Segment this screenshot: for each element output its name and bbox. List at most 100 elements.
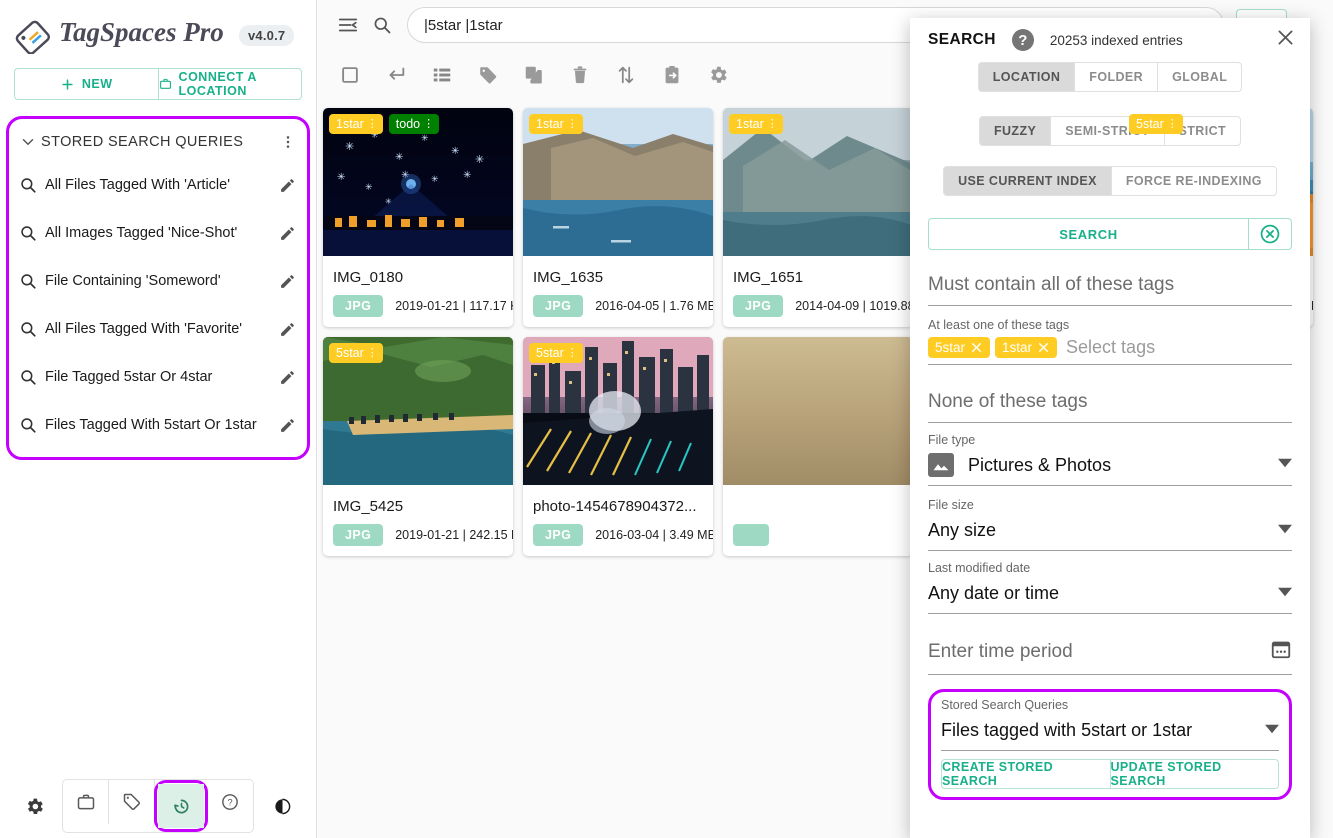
chevron-down-icon[interactable] bbox=[1278, 583, 1292, 604]
settings-gear-icon[interactable] bbox=[707, 64, 729, 86]
selected-tag-1star[interactable]: 1star bbox=[995, 337, 1057, 358]
file-card[interactable]: 5star ⋮ IMG_5425 JPG 2019-01-21 | 242.15… bbox=[323, 337, 513, 556]
edit-icon[interactable] bbox=[275, 177, 299, 194]
sort-icon[interactable] bbox=[615, 64, 637, 86]
scope-location-button[interactable]: LOCATION bbox=[978, 62, 1075, 92]
file-card[interactable]: ✳✳ ✳✳ ✳✳ ✳✳ ✳✳ ✳✳ bbox=[323, 108, 513, 327]
tag-menu-icon[interactable]: ⋮ bbox=[567, 348, 578, 359]
more-vert-icon[interactable] bbox=[277, 134, 299, 150]
file-size-value: Any size bbox=[928, 520, 996, 541]
edit-icon[interactable] bbox=[275, 225, 299, 242]
use-current-index-button[interactable]: USE CURRENT INDEX bbox=[943, 166, 1111, 196]
stored-query-item[interactable]: All Images Tagged 'Nice-Shot' bbox=[9, 209, 307, 257]
none-of-tags-field[interactable]: None of these tags bbox=[928, 383, 1292, 423]
tag-menu-icon[interactable]: ⋮ bbox=[1167, 119, 1178, 130]
force-reindexing-button[interactable]: FORCE RE-INDEXING bbox=[1111, 166, 1277, 196]
tag-menu-icon[interactable]: ⋮ bbox=[367, 119, 378, 130]
menu-collapse-icon[interactable] bbox=[331, 8, 365, 42]
tag-chip[interactable]: 5star ⋮ bbox=[529, 343, 583, 363]
stored-query-item[interactable]: All Files Tagged With 'Article' bbox=[9, 161, 307, 209]
brand-row: TagSpaces Pro v4.0.7 bbox=[0, 0, 316, 56]
chevron-down-icon[interactable] bbox=[1278, 456, 1292, 475]
create-stored-search-button[interactable]: CREATE STORED SEARCH bbox=[941, 759, 1110, 789]
file-type-value-row[interactable]: Pictures & Photos bbox=[928, 447, 1292, 485]
help-tab[interactable]: ? bbox=[207, 780, 253, 824]
locations-tab[interactable] bbox=[63, 780, 109, 824]
new-button[interactable]: NEW bbox=[14, 68, 158, 100]
tag-chip[interactable]: 5star ⋮ bbox=[329, 343, 383, 363]
update-stored-search-button[interactable]: UPDATE STORED SEARCH bbox=[1110, 759, 1280, 789]
file-type-field[interactable]: File type Pictures & Photos bbox=[928, 433, 1292, 486]
file-card[interactable] bbox=[723, 337, 913, 556]
selected-tag-label: 1star bbox=[1002, 340, 1032, 355]
stored-query-item[interactable]: Files Tagged With 5start Or 1star bbox=[9, 401, 307, 449]
tag-chip-label: 5star bbox=[536, 346, 564, 360]
file-size-value-row[interactable]: Any size bbox=[928, 512, 1292, 550]
time-period-placeholder: Enter time period bbox=[928, 641, 1073, 663]
scope-global-button[interactable]: GLOBAL bbox=[1157, 62, 1242, 92]
file-card[interactable]: 5star ⋮ photo-1454678904372... JPG 2016-… bbox=[523, 337, 713, 556]
stored-query-item[interactable]: File Tagged 5star Or 4star bbox=[9, 353, 307, 401]
svg-text:✳: ✳ bbox=[421, 133, 429, 143]
theme-toggle-icon[interactable] bbox=[262, 797, 302, 816]
time-period-row[interactable]: Enter time period bbox=[928, 630, 1292, 674]
scope-folder-button[interactable]: FOLDER bbox=[1074, 62, 1157, 92]
at-least-one-tags-field[interactable]: At least one of these tags 5star 1star bbox=[928, 318, 1292, 365]
close-icon[interactable] bbox=[1275, 27, 1296, 53]
file-name: IMG_1651 bbox=[723, 256, 913, 295]
stored-query-label: All Images Tagged 'Nice-Shot' bbox=[41, 225, 275, 241]
selected-tag-5star[interactable]: 5star bbox=[928, 337, 990, 358]
move-to-icon[interactable] bbox=[661, 64, 683, 86]
connect-location-button[interactable]: CONNECT A LOCATION bbox=[158, 68, 303, 100]
select-all-checkbox-icon[interactable] bbox=[339, 64, 361, 86]
last-modified-value-row[interactable]: Any date or time bbox=[928, 575, 1292, 613]
last-modified-label: Last modified date bbox=[928, 561, 1292, 575]
stored-queries-select[interactable]: Files tagged with 5start or 1star bbox=[941, 712, 1279, 750]
tagspaces-logo-icon bbox=[14, 16, 52, 54]
must-contain-tags-field[interactable]: Must contain all of these tags bbox=[928, 266, 1292, 306]
help-icon[interactable]: ? bbox=[1012, 29, 1034, 51]
chevron-down-icon[interactable] bbox=[1278, 520, 1292, 541]
edit-icon[interactable] bbox=[275, 321, 299, 338]
tag-chip[interactable]: 1star ⋮ bbox=[529, 114, 583, 134]
tag-chip[interactable]: 1star ⋮ bbox=[729, 114, 783, 134]
tag-chip[interactable]: 1star ⋮ bbox=[329, 114, 383, 134]
edit-icon[interactable] bbox=[275, 369, 299, 386]
search-button[interactable]: SEARCH bbox=[928, 218, 1248, 250]
clear-search-icon[interactable] bbox=[1248, 218, 1292, 250]
remove-tag-icon[interactable] bbox=[970, 341, 983, 354]
stored-query-item[interactable]: File Containing 'Someword' bbox=[9, 257, 307, 305]
delete-icon[interactable] bbox=[569, 64, 591, 86]
tag-menu-icon[interactable]: ⋮ bbox=[767, 119, 778, 130]
calendar-icon[interactable] bbox=[1270, 638, 1292, 665]
file-card[interactable]: 1star ⋮ IMG_1635 JPG 2016-04-05 | 1.76 M… bbox=[523, 108, 713, 327]
edit-icon[interactable] bbox=[275, 417, 299, 434]
stored-queries-header[interactable]: STORED SEARCH QUERIES bbox=[9, 123, 307, 161]
taglibrary-tab[interactable] bbox=[109, 780, 155, 824]
search-history-tab[interactable] bbox=[158, 784, 204, 828]
tag-chip[interactable]: 5star ⋮ bbox=[1129, 114, 1183, 134]
chevron-down-icon[interactable] bbox=[15, 133, 41, 151]
at-least-one-label: At least one of these tags bbox=[928, 318, 1292, 332]
tag-icon[interactable] bbox=[477, 64, 499, 86]
remove-tag-icon[interactable] bbox=[1037, 341, 1050, 354]
copy-icon[interactable] bbox=[523, 64, 545, 86]
strictness-fuzzy-button[interactable]: FUZZY bbox=[979, 116, 1050, 146]
tag-menu-icon[interactable]: ⋮ bbox=[567, 119, 578, 130]
stored-query-item[interactable]: All Files Tagged With 'Favorite' bbox=[9, 305, 307, 353]
navigate-back-icon[interactable] bbox=[385, 64, 407, 86]
edit-icon[interactable] bbox=[275, 273, 299, 290]
tag-menu-icon[interactable]: ⋮ bbox=[423, 119, 434, 130]
time-period-field[interactable]: Enter time period bbox=[928, 630, 1292, 675]
file-card[interactable]: 1star ⋮ IMG_1651 JPG 2014-04-09 | 1019.8… bbox=[723, 108, 913, 327]
last-modified-field[interactable]: Last modified date Any date or time bbox=[928, 561, 1292, 614]
settings-gear-icon[interactable] bbox=[14, 796, 54, 817]
file-size-field[interactable]: File size Any size bbox=[928, 498, 1292, 551]
search-icon[interactable] bbox=[365, 8, 399, 42]
thumbnail-tags: 1star ⋮ bbox=[729, 114, 783, 134]
tag-menu-icon[interactable]: ⋮ bbox=[367, 348, 378, 359]
svg-text:✳: ✳ bbox=[463, 170, 471, 181]
tag-chip[interactable]: todo ⋮ bbox=[389, 114, 439, 134]
list-view-icon[interactable] bbox=[431, 64, 453, 86]
chevron-down-icon[interactable] bbox=[1265, 720, 1279, 741]
